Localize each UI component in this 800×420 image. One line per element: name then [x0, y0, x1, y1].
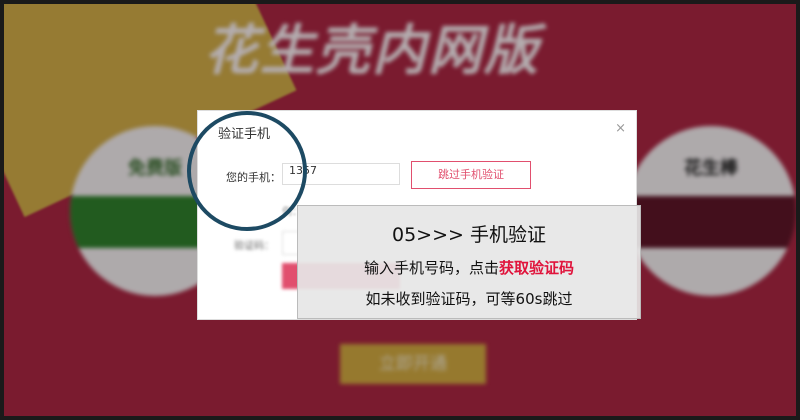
instruction-line-1-text: 输入手机号码，点击 [363, 259, 499, 277]
instruction-line-1: 输入手机号码，点击获取验证码 [298, 257, 640, 278]
skip-phone-verify-button[interactable]: 跳过手机验证 [411, 161, 531, 189]
close-icon[interactable]: × [615, 121, 626, 136]
get-code-highlight: 获取验证码 [499, 259, 575, 277]
step-title: 05>>> 手机验证 [392, 224, 546, 246]
instruction-line-2: 如未收到验证码，可等60s跳过 [365, 290, 573, 308]
instruction-overlay: 05>>> 手机验证 输入手机号码，点击获取验证码 如未收到验证码，可等60s跳… [297, 205, 641, 319]
code-label: 验证码： [234, 241, 274, 252]
magnifier-highlight [187, 111, 307, 231]
background-page: 花生壳内网版 免费版 花生棒 立即开通 验证手机 × 您的手机： 1357 跳过… [4, 4, 796, 416]
